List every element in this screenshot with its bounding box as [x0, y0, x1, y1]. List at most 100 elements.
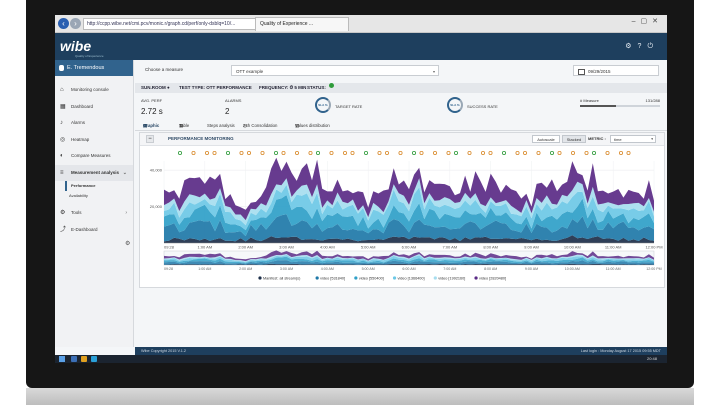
app-logo[interactable]: wibe	[60, 38, 91, 54]
x-tick-label: 2:00 AM	[238, 245, 253, 250]
navigator-tick-label: 7:00 AM	[443, 267, 456, 271]
navigator-tick-label: 12:00 PM	[646, 267, 661, 271]
x-tick-label: 3:00 AM	[279, 245, 294, 250]
alarm-marker	[570, 150, 575, 155]
alarm-marker	[247, 150, 252, 155]
sidebar-item-analysis[interactable]: ≡ Measurement analysis ⌄	[55, 164, 133, 181]
x-tick-label: 10:00 AM	[564, 245, 581, 250]
x-tick-label: 9:00 AM	[524, 245, 539, 250]
alarm-marker	[488, 150, 493, 155]
back-icon[interactable]: ‹	[58, 18, 69, 29]
navigator-tick-label: 11:00 AM	[606, 267, 621, 271]
info-frequency: FREQUENCY: ⏱ 5 MIN	[259, 85, 307, 90]
date-field[interactable]: 09/29/2015	[573, 65, 659, 76]
bell-icon: ♪	[60, 120, 63, 126]
main-content: Choose a measure OTT example ▾ 09/29/2015…	[135, 60, 667, 347]
info-status: STATUS:	[307, 85, 326, 90]
x-tick-label: 12:00 PM	[645, 245, 662, 250]
sidebar-item-monitoring[interactable]: ⌂ Monitoring console	[55, 82, 133, 99]
browser-tab[interactable]: Quality of Experience ...	[255, 17, 349, 31]
user-name: E. Tremendous	[67, 65, 105, 71]
x-tick-label: 7:00 AM	[442, 245, 457, 250]
sidebar-item-heatmap[interactable]: ◎ Heatmap	[55, 132, 133, 149]
alarm-marker	[446, 150, 451, 155]
navigator-tick-label: 09:28	[164, 267, 173, 271]
alarm-marker	[294, 150, 299, 155]
os-taskbar: 20:48	[55, 355, 667, 363]
chevron-down-icon: ⌄	[122, 169, 127, 176]
measure-count: # Measure 131/288	[580, 98, 660, 103]
alarm-marker	[226, 150, 231, 155]
compare-icon: ◐	[60, 153, 64, 159]
legend-label: Manifest: all stream(s)	[263, 277, 301, 281]
y-tick-label: 20,000	[150, 204, 163, 209]
alarm-marker	[467, 150, 472, 155]
y-tick-label: 40,000	[150, 168, 163, 173]
url-input[interactable]: http://ccpp.wibe.net/cmi.pcv/monic.r/gra…	[83, 18, 256, 30]
alarm-marker	[591, 150, 596, 155]
performance-panel: − PERFORMANCE MONITORING Autoscale Stack…	[139, 132, 665, 288]
measure-select[interactable]: OTT example ▾	[231, 65, 439, 76]
user-icon	[59, 65, 64, 71]
alarm-marker	[212, 150, 217, 155]
list-icon: ≡	[60, 169, 64, 176]
taskbar-clock: 20:48	[646, 356, 657, 361]
start-icon[interactable]	[59, 356, 65, 362]
help-icon: ?	[637, 43, 648, 50]
info-bar: SUN.ROOM ● TEST TYPE: OTT PERFORMANCE FR…	[135, 83, 667, 93]
sidebar-settings-icon[interactable]: ⚙	[125, 240, 130, 247]
alarm-marker	[363, 150, 368, 155]
sidebar-sub-availability[interactable]: Availability	[55, 191, 133, 201]
success-rate-gauge: SLA %	[447, 97, 463, 113]
alarm-marker	[453, 150, 458, 155]
sidebar-sub-performance[interactable]: Performance	[65, 181, 133, 191]
sidebar-item-compare[interactable]: ◐ Compare Measures	[55, 148, 133, 165]
kpi-target-rate: TARGET RATE	[335, 104, 363, 109]
taskbar-app-icon[interactable]	[71, 356, 77, 362]
app-footer: Wibe Copyright 2015 V.1.2 Last login : M…	[135, 347, 667, 355]
browser-bar: ‹ › http://ccpp.wibe.net/cmi.pcv/monic.r…	[55, 15, 667, 33]
screen: ‹ › http://ccpp.wibe.net/cmi.pcv/monic.r…	[55, 15, 667, 363]
forward-icon[interactable]: ›	[70, 18, 81, 29]
sidebar-menu: ⌂ Monitoring console ▦ Dashboard ♪ Alarms ◎…	[55, 82, 133, 238]
sidebar-item-edashboard[interactable]: ⤴ E-Dashboard	[55, 222, 133, 239]
measure-label: Choose a measure	[145, 67, 184, 72]
header-icons[interactable]: ⚙?⏻	[625, 42, 659, 51]
home-icon: ⌂	[60, 87, 64, 93]
chevron-down-icon: ▾	[432, 69, 435, 74]
analysis-tabs: ▤ Graphic ▦ Table Steps analysis ◷ 24h C…	[135, 121, 667, 131]
settings-icon: ⚙	[625, 43, 638, 50]
sidebar-item-tools[interactable]: ⚙ Tools ›	[55, 205, 133, 222]
x-tick-label: 6:00 AM	[402, 245, 417, 250]
sidebar-item-alarms[interactable]: ♪ Alarms	[55, 115, 133, 132]
alarm-marker	[515, 150, 520, 155]
share-icon: ⤴	[60, 226, 67, 233]
x-tick-label: 11:00 AM	[605, 245, 622, 250]
user-panel[interactable]: E. Tremendous	[55, 60, 133, 76]
measure-progress	[580, 105, 660, 107]
sidebar-item-dashboard[interactable]: ▦ Dashboard	[55, 99, 133, 116]
window-controls[interactable]: –▢✕	[632, 17, 663, 25]
alarm-marker	[205, 150, 210, 155]
alarm-marker	[178, 150, 183, 155]
navigator-tick-label: 10:00 AM	[565, 267, 580, 271]
legend-swatch	[258, 276, 262, 280]
alarm-marker	[329, 150, 334, 155]
legend-swatch	[392, 276, 397, 280]
x-tick-label: 1:00 AM	[197, 245, 212, 250]
alarm-marker	[584, 150, 589, 155]
legend-swatch	[474, 276, 478, 280]
alarm-marker	[384, 150, 389, 155]
performance-chart[interactable]: 40,000 20,000 09:28 1:00 AM 2:00 AM 3:00 AM 4:…	[140, 133, 664, 287]
info-name: SUN.ROOM ●	[141, 85, 170, 90]
navigator-tick-label: 4:00 AM	[321, 267, 334, 271]
alarm-marker	[239, 150, 244, 155]
folder-icon[interactable]	[81, 356, 87, 362]
navigator-tick-label: 1:00 AM	[198, 267, 211, 271]
alarm-marker	[377, 150, 382, 155]
alarm-marker	[557, 150, 562, 155]
legend-label: video [1992160]	[438, 277, 465, 281]
browser-icon[interactable]	[91, 356, 97, 362]
target-rate-gauge: SLA %	[315, 97, 331, 113]
legend-swatch	[433, 276, 437, 280]
